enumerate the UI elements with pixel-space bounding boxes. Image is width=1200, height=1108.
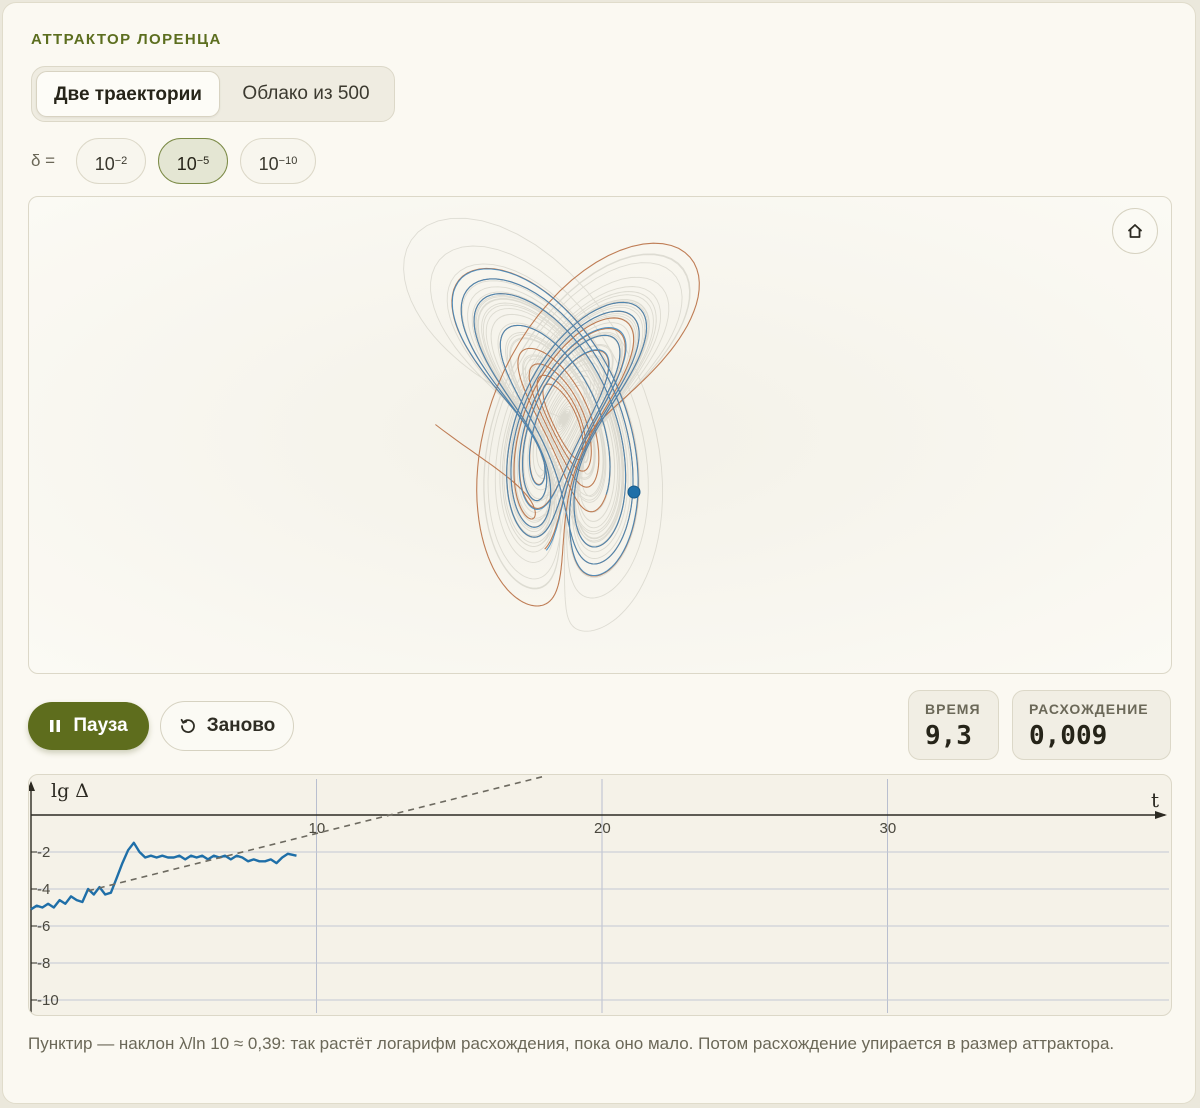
mode-switch: Две траектории Облако из 500 bbox=[31, 66, 395, 122]
delta-base: 10 bbox=[258, 154, 279, 174]
x-tick-label: 20 bbox=[594, 820, 611, 837]
chart-caption: Пунктир — наклон λ/ln 10 ≈ 0,39: так рас… bbox=[28, 1034, 1115, 1053]
pause-button[interactable]: Пауза bbox=[28, 702, 149, 750]
delta-base: 10 bbox=[94, 154, 115, 174]
x-tick-label: 10 bbox=[309, 820, 326, 837]
reset-view-button[interactable] bbox=[1112, 208, 1158, 254]
divergence-chart: 10 20 30 -2 -4 -6 -8 -10 lg Δ t bbox=[28, 774, 1172, 1016]
restart-icon bbox=[180, 718, 195, 733]
attractor-cloud-path bbox=[403, 217, 691, 632]
delta-option-1e-10[interactable]: 10−10 bbox=[240, 138, 316, 184]
time-stat: ВРЕМЯ 9,3 bbox=[908, 690, 999, 760]
delta-exp: −10 bbox=[278, 155, 298, 167]
y-tick-label: -6 bbox=[37, 918, 50, 935]
time-label: ВРЕМЯ bbox=[925, 701, 981, 717]
current-point bbox=[627, 485, 641, 499]
y-tick-label: -8 bbox=[37, 955, 50, 972]
divergence-value: 0,009 bbox=[1029, 721, 1108, 751]
time-value: 9,3 bbox=[925, 721, 972, 751]
divergence-chart-svg: 10 20 30 -2 -4 -6 -8 -10 lg Δ t bbox=[29, 775, 1169, 1013]
divergence-stat: РАСХОЖДЕНИЕ 0,009 bbox=[1012, 690, 1171, 760]
y-axis-arrow bbox=[29, 781, 35, 791]
x-axis-title: t bbox=[1151, 788, 1159, 812]
y-axis-title: lg Δ bbox=[51, 780, 89, 802]
tab-cloud-500[interactable]: Облако из 500 bbox=[224, 71, 388, 117]
attractor-cloud bbox=[403, 217, 691, 632]
restart-label: Заново bbox=[206, 715, 276, 736]
delta-exp: −5 bbox=[196, 155, 210, 167]
divergence-line bbox=[30, 841, 297, 911]
y-tick-label: -4 bbox=[37, 881, 50, 898]
delta-option-1e-2[interactable]: 10−2 bbox=[76, 138, 146, 184]
delta-base: 10 bbox=[176, 154, 197, 174]
delta-label: δ = bbox=[31, 151, 56, 170]
y-tick-label: -10 bbox=[37, 992, 59, 1009]
attractor-svg bbox=[403, 217, 700, 632]
x-tick-label: 30 bbox=[880, 820, 897, 837]
divergence-label: РАСХОЖДЕНИЕ bbox=[1029, 701, 1149, 717]
delta-option-1e-5[interactable]: 10−5 bbox=[158, 138, 228, 184]
home-icon bbox=[1128, 224, 1142, 238]
pause-icon bbox=[50, 720, 61, 732]
page-title: АТТРАКТОР ЛОРЕНЦА bbox=[31, 31, 222, 48]
restart-button[interactable]: Заново bbox=[160, 701, 294, 751]
pause-label: Пауза bbox=[73, 715, 128, 736]
y-tick-label: -2 bbox=[37, 844, 50, 861]
x-axis-arrow bbox=[1155, 811, 1167, 819]
tab-two-trajectories[interactable]: Две траектории bbox=[36, 71, 220, 117]
delta-exp: −2 bbox=[114, 155, 128, 167]
attractor-plot[interactable] bbox=[28, 196, 1172, 674]
